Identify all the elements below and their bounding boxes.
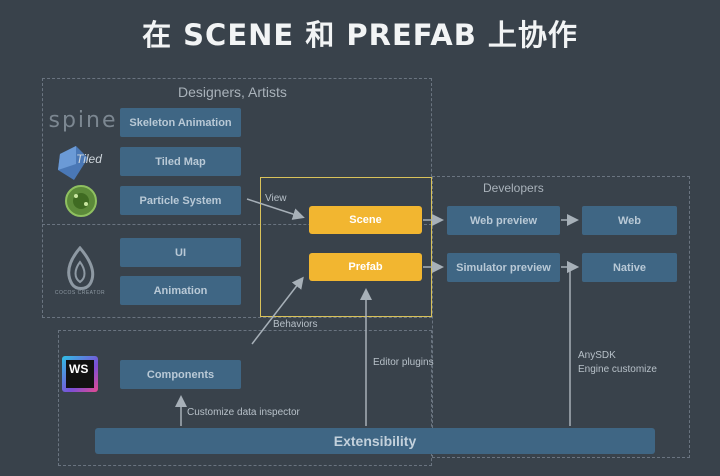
spine-logo: spine — [48, 107, 118, 133]
components-box[interactable]: Components — [120, 360, 241, 389]
cocos-creator-logo: COCOS CREATOR — [54, 240, 106, 302]
animation-box[interactable]: Animation — [120, 276, 241, 305]
scene-box[interactable]: Scene — [309, 206, 422, 234]
tiled-map-box[interactable]: Tiled Map — [120, 147, 241, 176]
native-box[interactable]: Native — [582, 253, 677, 282]
designers-label: Designers, Artists — [178, 84, 287, 100]
page-title: 在 SCENE 和 PREFAB 上协作 — [142, 18, 578, 52]
particle-logo-icon — [64, 184, 98, 218]
developers-label: Developers — [483, 181, 544, 195]
simulator-preview-box[interactable]: Simulator preview — [447, 253, 560, 282]
ws-logo: WS — [62, 356, 98, 392]
customize-data-inspector-label: Customize data inspector — [187, 407, 300, 418]
prefab-box[interactable]: Prefab — [309, 253, 422, 281]
view-label: View — [265, 193, 287, 204]
cocos-flame-icon — [67, 246, 95, 290]
engine-customize-label: Engine customize — [578, 364, 657, 375]
web-box[interactable]: Web — [582, 206, 677, 235]
ui-box[interactable]: UI — [120, 238, 241, 267]
web-preview-box[interactable]: Web preview — [447, 206, 560, 235]
particle-system-box[interactable]: Particle System — [120, 186, 241, 215]
anysdk-label: AnySDK — [578, 350, 616, 361]
tiled-logo: Tiled — [54, 144, 116, 182]
behaviors-label: Behaviors — [273, 319, 318, 330]
extensibility-bar[interactable]: Extensibility — [95, 428, 655, 454]
skeleton-animation-box[interactable]: Skeleton Animation — [120, 108, 241, 137]
editor-plugins-label: Editor plugins — [373, 357, 434, 368]
